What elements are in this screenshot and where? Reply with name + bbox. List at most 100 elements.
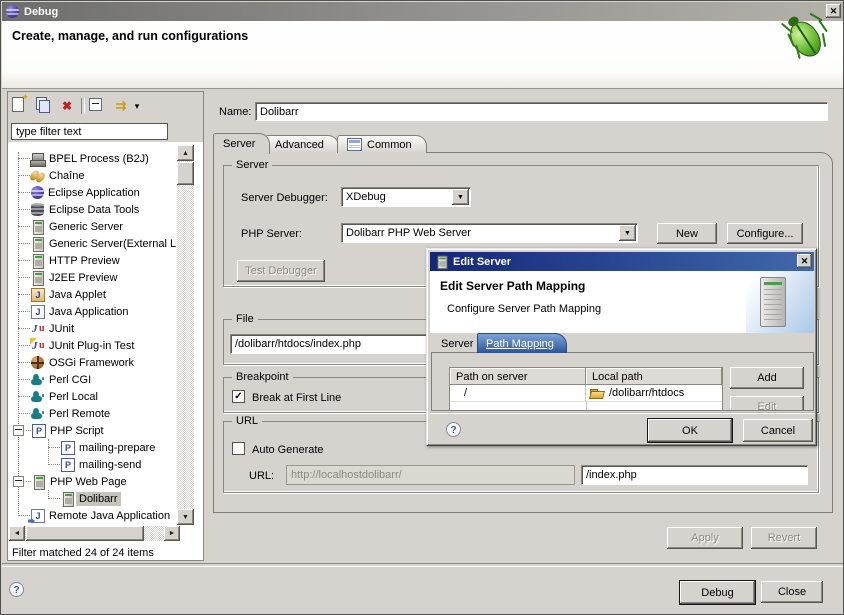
junit-icon [30, 321, 46, 337]
delete-configuration-icon[interactable]: ✖ [56, 96, 78, 116]
header-banner: Create, manage, and run configurations [2, 21, 843, 89]
collapse-expander-icon[interactable] [13, 476, 24, 487]
tree-item-generic-server-external-la[interactable]: Generic Server(External La [8, 235, 176, 252]
filter-icon[interactable]: ⇉ [110, 96, 132, 116]
tree-item-php-web-page[interactable]: PHP Web Page [8, 473, 176, 490]
cancel-button[interactable]: Cancel [743, 419, 813, 442]
tree-item-perl-remote[interactable]: Perl Remote [8, 405, 176, 422]
dropdown-arrow-icon[interactable]: ▼ [452, 189, 469, 205]
url-path-input[interactable] [581, 465, 808, 485]
horizontal-scroll-thumb[interactable] [26, 526, 144, 541]
tree-item-junit-plug-in-test[interactable]: JUnit Plug-in Test [8, 337, 176, 354]
dialog-tab-path-mapping[interactable]: Path Mapping [477, 333, 567, 353]
toolbar-separator [81, 98, 85, 114]
ok-button[interactable]: OK [648, 419, 732, 442]
tab-common[interactable]: Common [337, 135, 427, 153]
close-icon: ✕ [801, 256, 809, 267]
path-mapping-table: Path on server Local path / /dolibarr/ht… [449, 367, 723, 411]
configure-server-button[interactable]: Configure... [727, 223, 803, 244]
add-mapping-button[interactable]: Add [730, 367, 804, 389]
tree-guide [18, 413, 30, 415]
perl-icon [30, 389, 46, 405]
auto-generate-checkbox[interactable] [232, 442, 245, 455]
tree-horizontal-scrollbar[interactable]: ◄ ► [9, 526, 180, 541]
tree-item-label: Chaîne [46, 169, 87, 183]
new-server-button[interactable]: New [657, 223, 717, 244]
tree-item-mailing-prepare[interactable]: Pmailing-prepare [8, 439, 176, 456]
auto-generate-label: Auto Generate [252, 444, 324, 456]
dialog-close-button[interactable]: ✕ [797, 254, 812, 268]
dialog-titlebar[interactable]: Edit Server ✕ [430, 252, 814, 271]
tree-item-php-script[interactable]: PPHP Script [8, 422, 176, 439]
close-button[interactable]: Close [761, 581, 823, 603]
help-icon: ? [450, 425, 456, 436]
scroll-down-button[interactable]: ▼ [177, 509, 194, 525]
tab-advanced[interactable]: Advanced [265, 135, 339, 153]
button-label: Add [757, 372, 777, 384]
tree-vertical-scrollbar[interactable]: ▲ ▼ [177, 145, 194, 525]
php-server-dropdown[interactable]: Dolibarr PHP Web Server ▼ [341, 223, 638, 243]
tree-item-label: J2EE Preview [46, 271, 120, 285]
window-titlebar[interactable]: Debug ✕ [2, 2, 843, 21]
duplicate-configuration-icon[interactable] [34, 96, 56, 116]
server-tower-image [746, 271, 814, 333]
name-input[interactable] [255, 102, 828, 121]
dialog-title: Edit Server [453, 256, 511, 268]
column-header-path-on-server[interactable]: Path on server [450, 368, 586, 385]
sphere-icon [31, 186, 44, 199]
button-label: Cancel [761, 425, 795, 437]
debug-button[interactable]: Debug [680, 581, 755, 604]
filter-menu-caret-icon[interactable]: ▾ [132, 96, 142, 116]
dialog-tab-bar: Server Path Mapping [433, 333, 813, 352]
button-label: Apply [691, 532, 719, 544]
tree-item-generic-server[interactable]: Generic Server [8, 218, 176, 235]
tree-item-dolibarr[interactable]: Dolibarr [8, 490, 176, 507]
java-remote-icon: J [30, 508, 46, 524]
tree-item-j2ee-preview[interactable]: J2EE Preview [8, 269, 176, 286]
tree-item-eclipse-data-tools[interactable]: Eclipse Data Tools [8, 201, 176, 218]
perl-icon [30, 372, 46, 388]
help-button[interactable]: ? [9, 582, 24, 597]
tree-item-mailing-send[interactable]: Pmailing-send [8, 456, 176, 473]
dialog-help-button[interactable]: ? [446, 422, 461, 437]
tree-item-remote-java-application[interactable]: JRemote Java Application [8, 507, 176, 524]
scroll-right-button[interactable]: ► [164, 526, 180, 541]
window-title: Debug [24, 6, 58, 18]
tab-label: Common [367, 139, 412, 151]
tree-item-http-preview[interactable]: HTTP Preview [8, 252, 176, 269]
server-debugger-dropdown[interactable]: XDebug ▼ [341, 187, 471, 207]
filter-status-text: Filter matched 24 of 24 items [12, 547, 154, 559]
java-icon: J [30, 304, 46, 320]
tree-item-label: Generic Server(External La [46, 237, 176, 251]
filter-input[interactable] [11, 123, 168, 140]
tree-item-java-application[interactable]: JJava Application [8, 303, 176, 320]
tree-item-perl-local[interactable]: Perl Local [8, 388, 176, 405]
scroll-up-button[interactable]: ▲ [177, 145, 194, 161]
column-header-local-path[interactable]: Local path [586, 368, 722, 385]
tree-item-cha-ne[interactable]: Chaîne [8, 167, 176, 184]
tree-item-bpel-process-b2j[interactable]: BPEL Process (B2J) [8, 150, 176, 167]
new-configuration-icon[interactable] [12, 96, 34, 116]
vertical-scroll-thumb[interactable] [177, 162, 194, 185]
tab-server[interactable]: Server [213, 133, 270, 154]
dropdown-arrow-icon[interactable]: ▼ [619, 225, 636, 241]
tree-guide [18, 243, 30, 245]
tree-item-java-applet[interactable]: JJava Applet [8, 286, 176, 303]
button-label: Test Debugger [245, 265, 317, 277]
tree-guide [18, 192, 30, 194]
debug-configurations-window: Debug ✕ Create, manage, and run configur… [0, 0, 844, 615]
tree-item-perl-cgi[interactable]: Perl CGI [8, 371, 176, 388]
tab-label: Advanced [275, 139, 324, 151]
collapse-expander-icon[interactable] [13, 425, 24, 436]
button-label: Configure... [737, 228, 794, 240]
tree-item-junit[interactable]: JUnit [8, 320, 176, 337]
common-tab-icon [347, 138, 362, 151]
tree-item-eclipse-application[interactable]: Eclipse Application [8, 184, 176, 201]
scroll-left-button[interactable]: ◄ [9, 526, 25, 541]
tree-item-osgi-framework[interactable]: OSGi Framework [8, 354, 176, 371]
tree-guide [18, 311, 30, 313]
collapse-all-icon[interactable] [88, 96, 110, 116]
table-row[interactable]: / /dolibarr/htdocs [450, 385, 722, 402]
check-icon: ✓ [234, 391, 242, 402]
break-first-line-checkbox[interactable]: ✓ [232, 390, 245, 403]
